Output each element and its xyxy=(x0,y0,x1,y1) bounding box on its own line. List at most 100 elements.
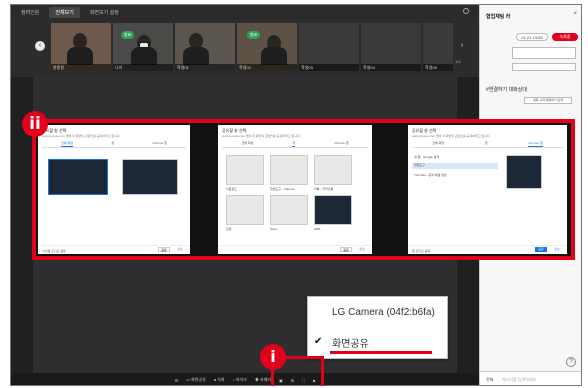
share-button[interactable]: 공유 xyxy=(535,247,547,252)
window-thumbnail-6[interactable] xyxy=(314,195,352,225)
close-icon[interactable]: × xyxy=(573,11,577,17)
highlight-underline xyxy=(330,351,432,354)
cancel-button[interactable]: 취소 xyxy=(174,247,186,252)
exit-icon[interactable]: ■ xyxy=(313,378,315,383)
settings-gear-icon[interactable] xyxy=(463,8,469,14)
next-page-arrow-icon[interactable]: › xyxy=(457,41,467,51)
fullscreen-icon[interactable]: ⛶ xyxy=(302,378,305,383)
camera-icon[interactable]: ◉ 카메라 xyxy=(255,377,271,383)
tab-view-all[interactable]: 전체보기 xyxy=(49,6,80,18)
panel-title: 협업채팅 라 xyxy=(486,14,511,20)
tab-full-screen[interactable]: 전체 화면 xyxy=(242,141,254,147)
window-caption: OBS xyxy=(314,227,321,231)
screen-share-button[interactable]: ▭ 화면공유 xyxy=(186,377,206,383)
participant-tile-7[interactable]: 학생05 xyxy=(423,23,453,71)
participant-tile-5[interactable]: 학생03 xyxy=(299,23,359,71)
tab-window[interactable]: 창 xyxy=(292,141,296,147)
participant-tile-4[interactable]: 발표 학생02 xyxy=(237,23,297,71)
window-caption: Zoom xyxy=(270,227,278,231)
participant-name: 학생01 xyxy=(175,64,235,71)
record-button[interactable]: ● 녹화 xyxy=(214,377,225,383)
chrome-tab-preview xyxy=(506,155,542,189)
dialog-subtitle: www.remote.com 앱이 이 화면의 콘텐츠를 공유하려고 합니다. xyxy=(42,134,121,138)
chrome-tab-item[interactable]: 새 탭 - Google 검색 xyxy=(414,155,439,159)
chat-target-select[interactable]: 전체 xyxy=(486,377,493,383)
start-chat-button[interactable]: 대화 시작 대화하기 단계 xyxy=(524,97,572,104)
chat-icon[interactable]: ✉ xyxy=(291,378,294,383)
timer-pill: 01:21 13:58 xyxy=(516,33,548,41)
tab-chrome[interactable]: Chrome 탭 xyxy=(334,141,348,147)
presenter-badge: 발표 xyxy=(247,31,261,39)
chat-input[interactable]: 메시지를 입력하세요 xyxy=(502,377,536,383)
share-dialog-window: 공유할 창 선택 www.remote.com 앱이 이 화면의 콘텐츠를 공유… xyxy=(218,125,372,254)
tab-view-settings[interactable]: 화면보기 설정 xyxy=(84,7,125,18)
participant-name: 한종원 xyxy=(51,64,111,71)
participant-tile-2[interactable]: 발표 나이 xyxy=(113,23,173,71)
camera-option-screen-share[interactable]: 화면공유 xyxy=(332,335,369,350)
tab-participants[interactable]: 참여인원 xyxy=(15,7,45,18)
prev-page-arrow-icon[interactable]: ‹ xyxy=(35,41,45,51)
share-dialog-full-screen: 공유할 창 선택 www.remote.com 앱이 이 화면의 콘텐츠를 공유… xyxy=(38,125,190,254)
top-tab-bar: 참여인원 전체보기 화면보기 설정 xyxy=(11,5,479,19)
settings-icon[interactable]: ⚙ xyxy=(175,378,179,383)
camera-option-lg[interactable]: LG Camera (04f2:b6fa) xyxy=(332,307,435,318)
bottom-control-bar: ⚙ ▭ 화면공유 ● 녹화 ♪ 마이크 ◉ 카메라 ▣ ✉ ⛶ ■ xyxy=(11,373,479,385)
chrome-tab-item-selected[interactable]: 협업도구 xyxy=(412,163,498,169)
window-thumbnail-4[interactable] xyxy=(226,195,264,225)
dialog-subtitle: www.remote.com 앱이 이 화면의 콘텐츠를 공유하려고 합니다. xyxy=(222,134,301,138)
window-caption: 카톡 - 카카오톡 xyxy=(314,187,334,191)
strip-page-indicator: 1/4 xyxy=(455,59,461,64)
tab-full-screen[interactable]: 전체 화면 xyxy=(432,141,444,147)
control-row[interactable] xyxy=(512,63,576,71)
camera-source-menu: LG Camera (04f2:b6fa) ✔ 화면공유 xyxy=(307,296,448,359)
tab-window[interactable]: 창 xyxy=(485,141,488,147)
participant-name: 학생04 xyxy=(361,64,421,71)
participant-name: 학생05 xyxy=(423,64,453,71)
cancel-button[interactable]: 취소 xyxy=(551,247,563,252)
tab-full-screen[interactable]: 전체 화면 xyxy=(61,141,74,147)
window-caption: 협업도구 - Chrome xyxy=(270,187,295,191)
dialog-footer: 시스템 오디오 공유 공유 취소 xyxy=(38,245,190,254)
tab-chrome[interactable]: Chrome 탭 xyxy=(153,141,167,147)
window-caption: 다운로드 xyxy=(226,187,238,191)
dialog-footer: 공유 취소 xyxy=(218,245,372,254)
chrome-tab-item[interactable]: YouTube - 공식 채널 영상 xyxy=(414,173,447,177)
dialog-footer: 탭 오디오 공유 공유 취소 xyxy=(408,245,567,254)
step-marker-ii: ii xyxy=(22,111,48,137)
window-thumbnail-3[interactable] xyxy=(314,155,352,185)
presenter-badge: 발표 xyxy=(121,31,135,39)
window-thumbnail-1[interactable] xyxy=(226,155,264,185)
tab-audio-checkbox[interactable]: 탭 오디오 공유 xyxy=(412,249,430,253)
screen-thumbnail-1[interactable] xyxy=(48,159,108,195)
person-body-icon xyxy=(261,47,287,65)
step-marker-i: i xyxy=(260,344,286,370)
cancel-button[interactable]: 취소 xyxy=(356,247,368,252)
window-thumbnail-2[interactable] xyxy=(270,155,308,185)
person-body-icon xyxy=(67,47,93,65)
callout-line-right xyxy=(321,356,324,386)
panel-section-title: #연결하기 대화상대 xyxy=(486,87,527,93)
dialog-tabs: 전체 화면 창 Chrome 탭 xyxy=(42,141,186,148)
participant-name: 학생02 xyxy=(237,64,297,71)
mic-icon[interactable]: ♪ 마이크 xyxy=(233,377,247,383)
person-body-icon xyxy=(183,47,209,65)
tab-chrome[interactable]: Chrome 탭 xyxy=(528,141,543,147)
audio-share-checkbox[interactable]: 시스템 오디오 공유 xyxy=(42,249,66,253)
share-dialog-chrome-tab: 공유할 창 선택 www.remote.com 앱이 이 화면의 콘텐츠를 공유… xyxy=(408,125,567,254)
window-thumbnail-5[interactable] xyxy=(270,195,308,225)
share-button[interactable]: 공유 xyxy=(158,247,170,252)
participant-tile-6[interactable]: 학생04 xyxy=(361,23,421,71)
share-button[interactable]: 공유 xyxy=(340,247,352,252)
tab-window[interactable]: 창 xyxy=(111,141,114,147)
zoom-control[interactable] xyxy=(512,47,576,59)
recording-pill[interactable]: 녹화중 xyxy=(552,33,578,41)
lock-icon[interactable]: ▣ xyxy=(279,378,283,383)
participant-tile-1[interactable]: 한종원 xyxy=(51,23,111,71)
chat-input-area: 전체 메시지를 입력하세요 xyxy=(480,371,581,385)
help-icon[interactable]: ? xyxy=(566,357,576,367)
screen-thumbnail-2[interactable] xyxy=(122,159,178,195)
participant-name: 학생03 xyxy=(299,64,359,71)
participant-tile-3[interactable]: 학생01 xyxy=(175,23,235,71)
window-caption: 한글 xyxy=(226,227,232,231)
share-dialog-highlight: 공유할 창 선택 www.remote.com 앱이 이 화면의 콘텐츠를 공유… xyxy=(32,119,575,260)
